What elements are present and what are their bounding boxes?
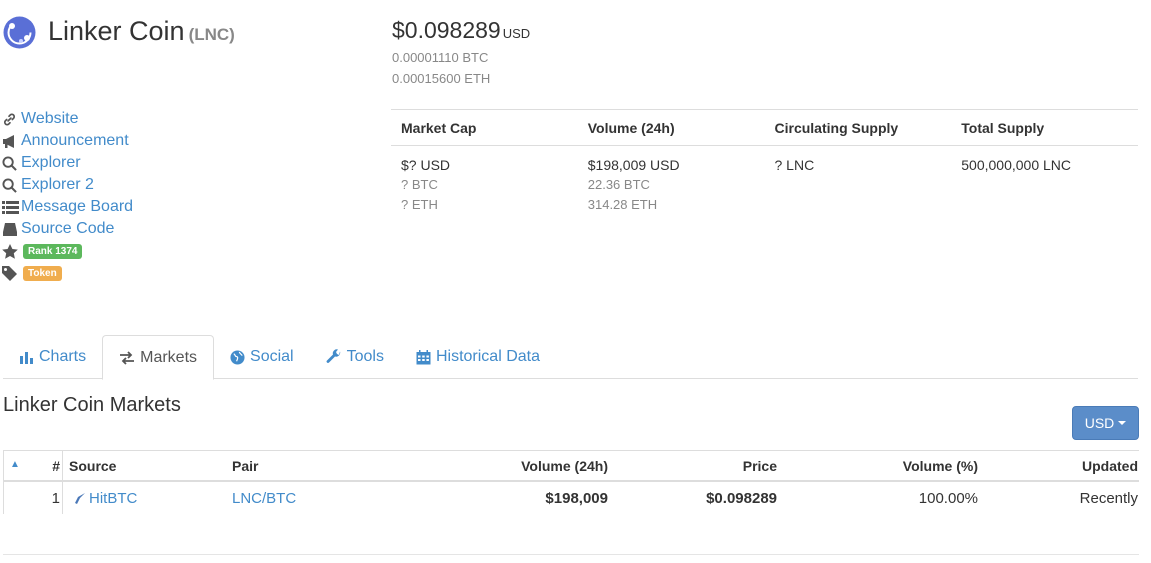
bar-chart-icon: [20, 352, 33, 364]
volume-btc: 22.36 BTC: [587, 177, 650, 192]
tab-historical-data-label: Historical Data: [435, 348, 540, 365]
stats-body: $? USD ? BTC ? ETH $198,009 USD 22.36 BT…: [391, 146, 1138, 217]
row-volume: $198,009: [545, 489, 608, 507]
tab-markets-label: Markets: [140, 348, 198, 366]
link-explorer-label[interactable]: Explorer: [21, 154, 81, 172]
token-badge: Token: [23, 265, 62, 281]
row-rank: 1: [37, 482, 63, 514]
link-message-board[interactable]: Message Board: [2, 196, 133, 218]
volume-cell: $198,009 USD 22.36 BTC 314.28 ETH: [578, 157, 765, 217]
row-spacer: [3, 482, 37, 514]
stats-table: Market Cap Volume (24h) Circulating Supp…: [391, 109, 1138, 217]
tab-tools[interactable]: Tools: [310, 335, 400, 379]
tab-historical-data[interactable]: Historical Data: [400, 335, 556, 379]
stats-header-total: Total Supply: [961, 119, 1045, 136]
link-source-code[interactable]: Source Code: [2, 218, 133, 240]
circulating-cell: ? LNC: [765, 157, 952, 217]
coin-logo: [3, 16, 36, 49]
markets-table-header: ▲ # Source Pair Volume (24h) Price Volum…: [3, 451, 1139, 482]
link-website[interactable]: Website: [2, 108, 133, 130]
volume-usd: $198,009 USD: [587, 157, 680, 173]
col-updated-header[interactable]: Updated: [978, 458, 1138, 474]
stats-header-volume: Volume (24h): [587, 119, 675, 136]
link-icon: [2, 112, 21, 127]
divider: [3, 554, 1139, 555]
transfer-icon: [120, 350, 135, 365]
tab-markets[interactable]: Markets: [102, 335, 215, 380]
link-announcement[interactable]: Announcement: [2, 130, 133, 152]
link-message-board-label[interactable]: Message Board: [21, 198, 133, 216]
price-btc: 0.00001110 BTC: [392, 50, 489, 65]
col-volume-header[interactable]: Volume (24h): [396, 458, 608, 474]
currency-dropdown-button[interactable]: USD: [1072, 406, 1139, 440]
link-website-label[interactable]: Website: [21, 110, 79, 128]
price-eth: 0.00015600 ETH: [392, 71, 491, 86]
tag-icon: [2, 265, 21, 281]
market-cap-cell: $? USD ? BTC ? ETH: [391, 157, 578, 217]
market-cap-eth: ? ETH: [401, 197, 438, 212]
exchange-logo-icon: [69, 492, 85, 504]
list-icon: [2, 200, 21, 215]
tab-charts[interactable]: Charts: [3, 335, 102, 379]
bullhorn-icon: [2, 134, 21, 149]
wrench-icon: [326, 349, 340, 363]
row-source[interactable]: HitBTC: [63, 490, 226, 507]
caret-down-icon: [1118, 421, 1127, 425]
search-icon: [2, 155, 21, 171]
market-cap-btc: ? BTC: [401, 177, 438, 192]
stats-header-market-cap: Market Cap: [401, 119, 477, 136]
total-cell: 500,000,000 LNC: [951, 157, 1138, 217]
search-icon: [2, 177, 21, 193]
link-announcement-label[interactable]: Announcement: [21, 132, 129, 150]
circulating-supply: ? LNC: [774, 157, 815, 173]
tab-charts-label: Charts: [39, 348, 87, 365]
col-volume-pct-header[interactable]: Volume (%): [777, 458, 978, 474]
coin-symbol: (LNC): [188, 25, 235, 44]
rank-row: Rank 1374: [2, 240, 133, 262]
link-explorer[interactable]: Explorer: [2, 152, 133, 174]
link-source-code-label[interactable]: Source Code: [21, 220, 114, 238]
markets-table: ▲ # Source Pair Volume (24h) Price Volum…: [3, 450, 1139, 514]
row-pair[interactable]: LNC/BTC: [226, 490, 396, 507]
col-rank-header[interactable]: #: [37, 451, 63, 480]
currency-button-label: USD: [1084, 415, 1115, 431]
price-usd: $0.098289: [392, 17, 501, 43]
globe-icon: [230, 349, 245, 365]
link-explorer-2-label[interactable]: Explorer 2: [21, 176, 94, 194]
link-explorer-2[interactable]: Explorer 2: [2, 174, 133, 196]
markets-title: Linker Coin Markets: [3, 394, 181, 416]
tab-social[interactable]: Social: [214, 335, 310, 379]
stats-header: Market Cap Volume (24h) Circulating Supp…: [391, 110, 1138, 146]
hdd-icon: [2, 222, 21, 237]
stats-header-circulating: Circulating Supply: [774, 119, 899, 136]
row-updated: Recently: [1079, 489, 1138, 507]
row-source-link[interactable]: HitBTC: [89, 490, 137, 507]
coin-title: Linker Coin (LNC): [48, 16, 235, 47]
row-volume-pct: 100.00%: [918, 489, 978, 507]
sort-asc-icon[interactable]: ▲: [3, 451, 37, 480]
star-icon: [2, 243, 21, 259]
market-cap-usd: $? USD: [401, 157, 451, 173]
total-supply: 500,000,000 LNC: [961, 157, 1072, 173]
coin-links: Website Announcement Explorer Explorer 2…: [2, 108, 133, 284]
col-pair-header[interactable]: Pair: [226, 458, 396, 474]
price-block: $0.098289 USD 0.00001110 BTC 0.00015600 E…: [392, 17, 530, 86]
col-source-header[interactable]: Source: [63, 458, 226, 474]
coin-name: Linker Coin: [48, 16, 185, 46]
tab-tools-label: Tools: [346, 348, 384, 365]
table-row: 1 HitBTC LNC/BTC $198,009 $0.098289 100.…: [3, 482, 1139, 514]
row-pair-link[interactable]: LNC/BTC: [232, 490, 296, 507]
type-row: Token: [2, 262, 133, 284]
col-price-header[interactable]: Price: [608, 458, 777, 474]
rank-badge: Rank 1374: [23, 243, 83, 259]
tab-social-label: Social: [250, 348, 294, 365]
volume-eth: 314.28 ETH: [587, 197, 658, 212]
price-usd-unit: USD: [502, 26, 531, 41]
row-price: $0.098289: [706, 489, 777, 507]
section-tabs: Charts Markets Social Tools Historical D…: [3, 335, 1138, 380]
calendar-icon: [416, 349, 431, 364]
